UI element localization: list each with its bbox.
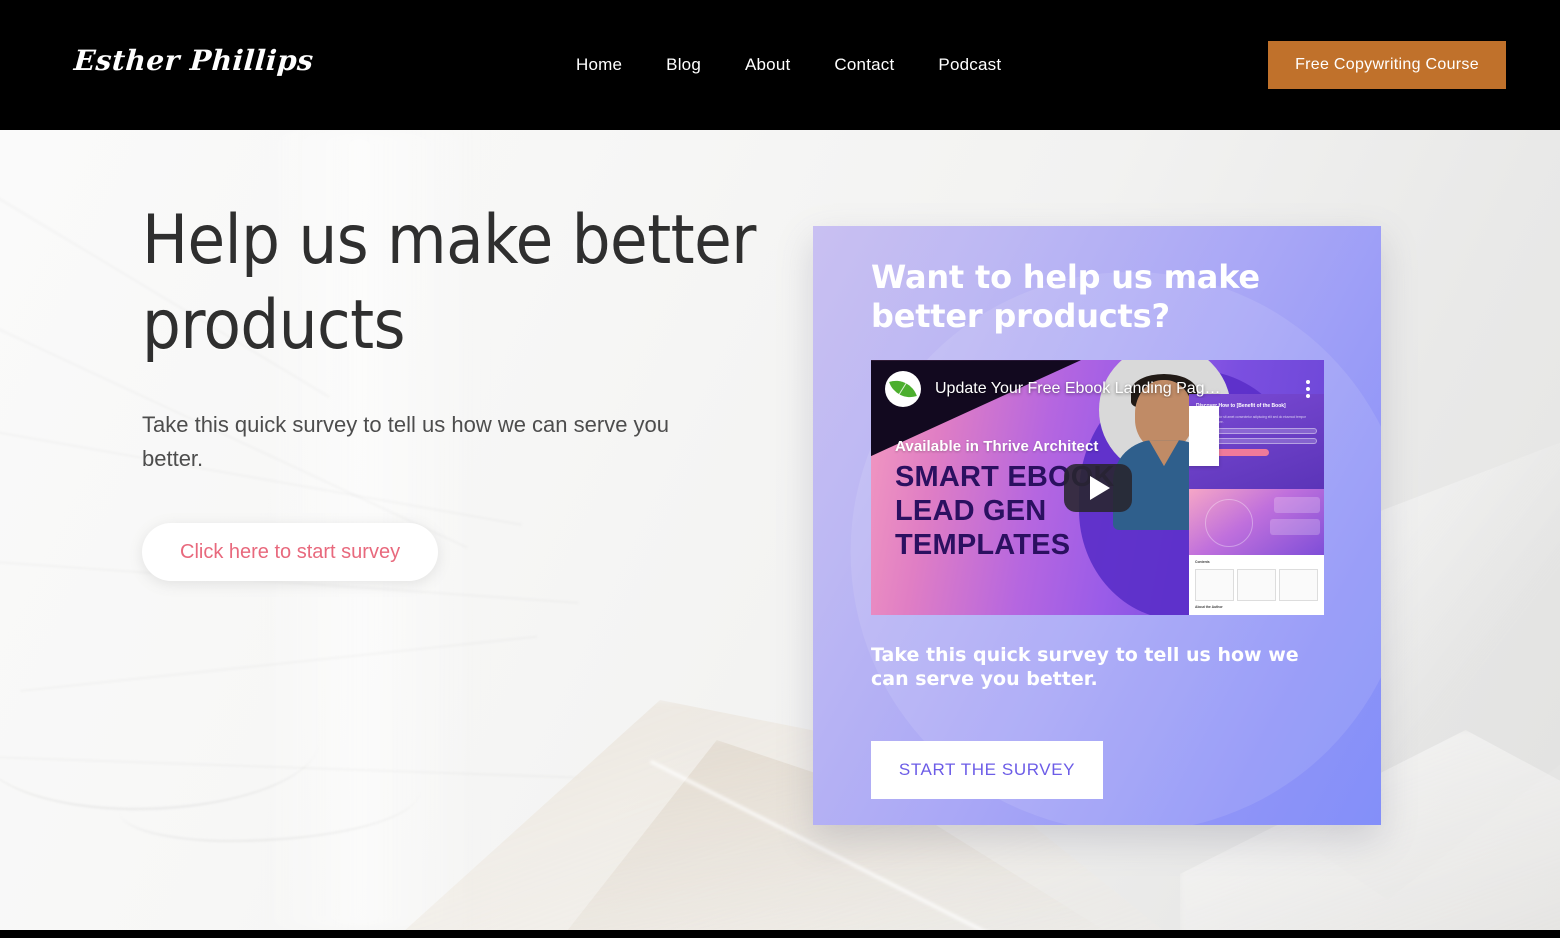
mockup-contents-label: Contents bbox=[1195, 560, 1210, 565]
card-subtitle: Take this quick survey to tell us how we… bbox=[871, 644, 1299, 691]
mockup-about-label: About the Author bbox=[1195, 605, 1223, 610]
mockup-contents-row bbox=[1195, 569, 1318, 602]
play-triangle-icon bbox=[1090, 475, 1110, 500]
page-root: Esther Phillips Home Blog About Contact … bbox=[0, 0, 1560, 938]
page-title: Help us make better products bbox=[142, 201, 756, 365]
video-title[interactable]: Update Your Free Ebook Landing Pag… bbox=[935, 380, 1221, 398]
more-options-icon[interactable] bbox=[1306, 380, 1310, 399]
nav-item-podcast[interactable]: Podcast bbox=[932, 52, 1007, 78]
start-the-survey-button[interactable]: START THE SURVEY bbox=[871, 740, 1103, 799]
site-header: Esther Phillips Home Blog About Contact … bbox=[0, 0, 1560, 130]
main-navigation: Home Blog About Contact Podcast bbox=[570, 52, 1007, 78]
leaf-icon bbox=[889, 375, 917, 403]
nav-item-blog[interactable]: Blog bbox=[660, 52, 707, 78]
mockup-middle-section bbox=[1189, 489, 1324, 556]
hero-subtitle: Take this quick survey to tell us how we… bbox=[142, 412, 670, 472]
bottom-bar bbox=[0, 930, 1560, 938]
video-headline-line-3: TEMPLATES bbox=[895, 528, 1071, 561]
play-button-icon[interactable] bbox=[1063, 463, 1132, 512]
site-logo[interactable]: Esther Phillips bbox=[73, 44, 315, 77]
mockup-content-column bbox=[1195, 569, 1234, 602]
nav-item-contact[interactable]: Contact bbox=[828, 52, 900, 78]
video-kicker: Available in Thrive Architect bbox=[895, 438, 1099, 456]
nav-item-about[interactable]: About bbox=[739, 52, 796, 78]
video-top-bar: Update Your Free Ebook Landing Pag… bbox=[871, 360, 1324, 418]
landing-page-mockup: Discover How to [Benefit of the Book] Lo… bbox=[1189, 394, 1324, 616]
survey-promo-card: Want to help us make better products? Di… bbox=[813, 226, 1381, 825]
card-content: Want to help us make better products? Di… bbox=[813, 226, 1381, 799]
start-survey-pill-button[interactable]: Click here to start survey bbox=[142, 523, 439, 582]
card-title: Want to help us make better products? bbox=[871, 258, 1260, 336]
mockup-content-column bbox=[1237, 569, 1276, 602]
mockup-contents-section: Contents About the Author bbox=[1189, 555, 1324, 616]
mockup-content-column bbox=[1279, 569, 1318, 602]
mockup-decorative-ring bbox=[1205, 499, 1253, 548]
mockup-testimonial-card bbox=[1270, 519, 1320, 536]
nav-item-home[interactable]: Home bbox=[570, 52, 628, 78]
free-copywriting-course-button[interactable]: Free Copywriting Course bbox=[1268, 41, 1506, 89]
mockup-testimonial-card bbox=[1274, 497, 1320, 514]
video-thumbnail[interactable]: Discover How to [Benefit of the Book] Lo… bbox=[871, 360, 1324, 616]
hero-content: Help us make better products Take this q… bbox=[142, 198, 762, 582]
channel-avatar[interactable] bbox=[885, 371, 921, 408]
